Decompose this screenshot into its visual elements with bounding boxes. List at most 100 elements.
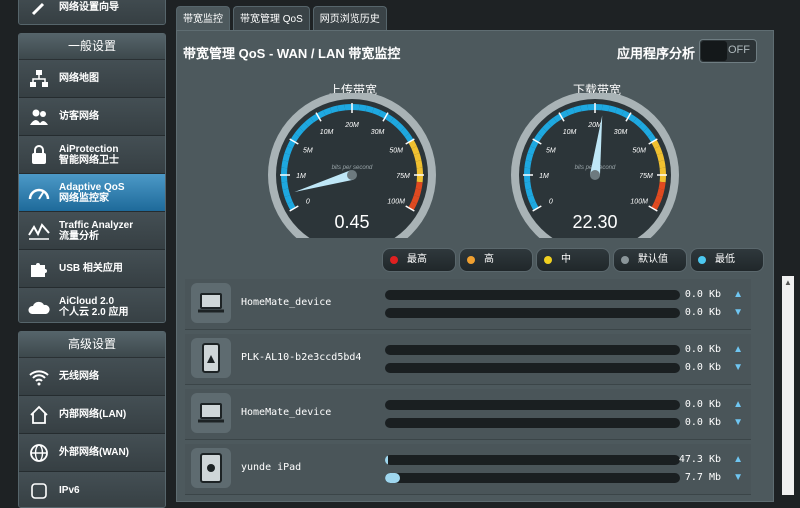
gauge-tick-label: 20M xyxy=(344,122,359,129)
gauge-arc-segment xyxy=(660,189,662,196)
gauge-arc-segment xyxy=(306,120,312,124)
guest-network-icon xyxy=(28,106,50,128)
gauge-arc-segment xyxy=(290,203,293,209)
gauge-arc-segment xyxy=(581,107,588,108)
phone-icon xyxy=(191,338,231,378)
device-list-scrollbar[interactable]: ▲ xyxy=(782,276,794,495)
home-icon xyxy=(28,404,50,426)
gauge-arc-segment xyxy=(623,113,629,116)
gauge-tick-label: 1M xyxy=(539,173,549,180)
list-item[interactable]: PLK-AL10-b2e3ccd5bd4 0.0 Kb 0.0 Kb ▲ ▼ xyxy=(185,334,751,385)
gauge-arc-segment xyxy=(528,154,530,161)
gauge-arc-segment xyxy=(641,124,646,129)
sidebar-item-aicloud[interactable]: AiCloud 2.0个人云 2.0 应用 xyxy=(19,288,165,323)
tab-web-history[interactable]: 网页浏览历史 xyxy=(313,6,387,31)
sidebar-item-wireless[interactable]: 无线网络 xyxy=(19,358,165,396)
gauge-arc-segment xyxy=(285,154,287,161)
gauge-arc-segment xyxy=(301,124,306,129)
gauge-arc-segment xyxy=(616,110,623,113)
legend-default[interactable]: 默认值 xyxy=(613,248,687,272)
gauge-arc-segment xyxy=(414,196,417,203)
download-bar xyxy=(385,473,680,483)
legend-dot xyxy=(621,256,629,264)
main-content: 带宽监控 带宽管理 QoS 网页浏览历史 带宽管理 QoS - WAN / LA… xyxy=(176,0,772,495)
arrow-down-icon: ▼ xyxy=(733,472,743,483)
download-bar xyxy=(385,363,680,373)
sidebar-item-label: Adaptive QoS xyxy=(59,182,125,193)
legend-label: 高 xyxy=(484,249,494,271)
gauge-arc-segment xyxy=(290,141,293,147)
sidebar-item-ipv6[interactable]: IPv6 xyxy=(19,472,165,508)
gauge-arc-segment xyxy=(366,108,373,110)
globe-icon xyxy=(28,442,50,464)
gauge-arc-segment xyxy=(386,116,392,120)
sidebar-item-wan[interactable]: 外部网络(WAN) xyxy=(19,434,165,472)
legend-dot xyxy=(467,256,475,264)
gauge-arc-segment xyxy=(284,161,285,168)
arrow-down-icon: ▼ xyxy=(733,417,743,428)
gauge-arc-segment xyxy=(380,113,386,116)
page-title: 带宽管理 QoS - WAN / LAN 带宽监控 xyxy=(183,43,400,62)
device-name: HomeMate_device xyxy=(241,297,331,308)
gauge-arc-segment xyxy=(662,182,663,189)
sidebar-item-usb[interactable]: USB 相关应用 xyxy=(19,250,165,288)
gauge-tick-label: 30M xyxy=(614,129,628,136)
gauge-arc-segment xyxy=(657,147,660,154)
sidebar-item-label: IPv6 xyxy=(59,485,80,496)
download-value: 22.30 xyxy=(555,212,635,233)
gauge-arc-segment xyxy=(287,147,290,154)
download-rate: 0.0 Kb xyxy=(661,417,721,428)
gauge-tick-label: 30M xyxy=(371,129,385,136)
gauge-arc-segment xyxy=(660,154,662,161)
arrow-up-icon: ▲ xyxy=(733,344,743,355)
monitor-panel: 带宽管理 QoS - WAN / LAN 带宽监控 应用程序分析 OFF 上传带… xyxy=(176,30,774,502)
gauge-tick-label: 10M xyxy=(563,129,577,136)
sidebar-item-network-map[interactable]: 网络地图 xyxy=(19,60,165,98)
arrow-down-icon: ▼ xyxy=(733,362,743,373)
gauge-arc-segment xyxy=(297,129,301,135)
speedometer-icon xyxy=(28,182,50,204)
device-name: HomeMate_device xyxy=(241,407,331,418)
gauge-arc-segment xyxy=(414,147,417,154)
sidebar-item-adaptive-qos[interactable]: Adaptive QoS网络监控家 xyxy=(19,174,165,212)
upload-rate: 47.3 Kb xyxy=(661,454,721,465)
cloud-home-icon xyxy=(28,296,50,318)
gauge-arc-segment xyxy=(338,107,345,108)
sidebar-item-label: AiCloud 2.0 xyxy=(59,296,128,307)
tab-bandwidth-monitor[interactable]: 带宽监控 xyxy=(176,6,230,31)
sidebar-item-lan[interactable]: 内部网络(LAN) xyxy=(19,396,165,434)
tab-qos[interactable]: 带宽管理 QoS xyxy=(233,6,310,31)
sidebar-item-guest-network[interactable]: 访客网络 xyxy=(19,98,165,136)
gauge-tick-label: 1M xyxy=(296,173,306,180)
sidebar-item-wizard[interactable]: 网络设置向导 xyxy=(19,0,165,25)
gauge-arc-segment xyxy=(527,161,528,168)
legend-highest[interactable]: 最高 xyxy=(382,248,456,272)
gauge-tick-label: 5M xyxy=(546,148,556,155)
general-settings-header: 一般设置 xyxy=(19,34,165,60)
gauge-arc-segment xyxy=(411,203,414,209)
legend-medium[interactable]: 中 xyxy=(536,248,610,272)
list-item[interactable]: HomeMate_device 0.0 Kb 0.0 Kb ▲ ▼ xyxy=(185,389,751,440)
gauge-arc-segment xyxy=(318,113,324,116)
legend-dot xyxy=(544,256,552,264)
sidebar-item-traffic-analyzer[interactable]: Traffic Analyzer流量分析 xyxy=(19,212,165,250)
legend-lowest[interactable]: 最低 xyxy=(690,248,764,272)
sidebar-item-sublabel: 网络监控家 xyxy=(59,193,125,204)
upload-bar xyxy=(385,345,680,355)
list-item[interactable]: yunde iPad 47.3 Kb 7.7 Mb ▲ ▼ xyxy=(185,444,751,495)
sidebar: 网络设置向导 一般设置 网络地图 访客网络 AiProtection智能网络卫士 xyxy=(0,0,170,495)
scroll-up-icon: ▲ xyxy=(784,278,792,287)
list-item[interactable]: HomeMate_device 0.0 Kb 0.0 Kb ▲ ▼ xyxy=(185,279,751,330)
legend-high[interactable]: 高 xyxy=(459,248,533,272)
setup-wizard-block[interactable]: 网络设置向导 xyxy=(18,0,166,25)
arrow-up-icon: ▲ xyxy=(733,454,743,465)
toggle-knob xyxy=(701,41,727,61)
sidebar-item-aiprotection[interactable]: AiProtection智能网络卫士 xyxy=(19,136,165,174)
advanced-settings-header: 高级设置 xyxy=(19,332,165,358)
download-bar-fill xyxy=(385,473,400,483)
gauge-arc-segment xyxy=(555,116,561,120)
gauge-hub xyxy=(347,170,357,180)
legend-label: 最高 xyxy=(407,249,427,271)
app-analysis-toggle[interactable]: OFF xyxy=(699,39,757,63)
gauge-tick-label: 75M xyxy=(396,173,410,180)
